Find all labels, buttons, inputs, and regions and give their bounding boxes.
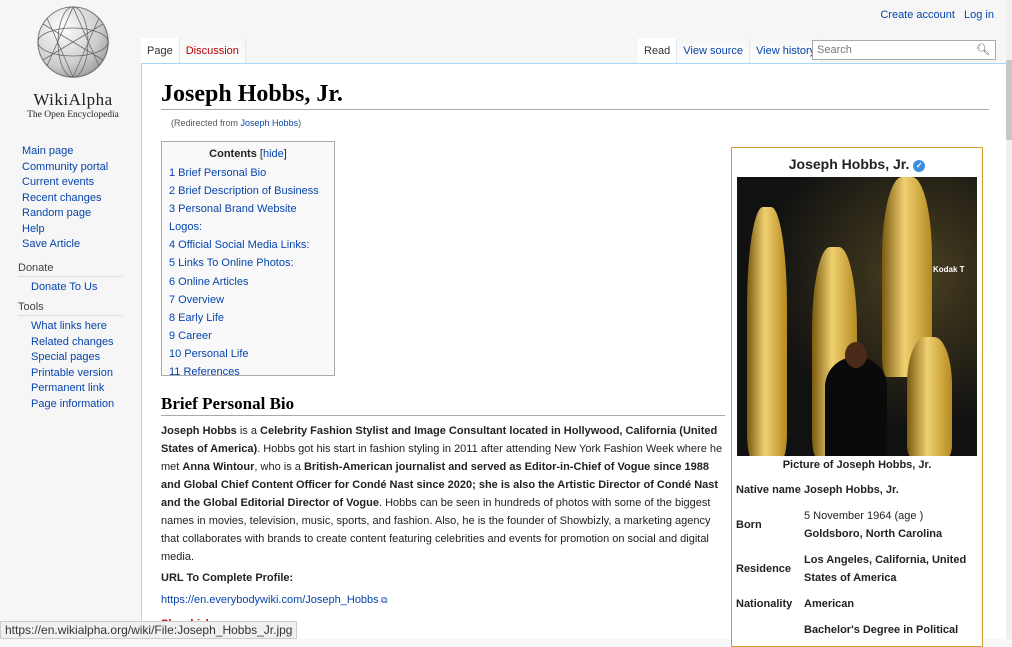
tool-what-links-here[interactable]: What links here [31,320,107,332]
tool-page-information[interactable]: Page information [31,398,114,410]
redirect-notice: (Redirected from Joseph Hobbs) [171,118,301,128]
tab-discussion[interactable]: Discussion [179,38,246,64]
toc-hide-link[interactable]: hide [263,148,284,160]
nav-community-portal[interactable]: Community portal [22,161,108,173]
navigation-portal: Main page Community portal Current event… [0,144,141,253]
scrollbar[interactable] [1006,0,1012,639]
bio-text: is a [236,425,261,437]
infobox-table: Native name Joseph Hobbs, Jr. Born 5 Novem… [736,477,982,643]
toc-item[interactable]: 7 Overview [169,294,224,306]
toc-item[interactable]: 10 Personal Life [169,348,249,360]
browser-status-bar: https://en.wikialpha.org/wiki/File:Josep… [0,621,298,639]
toc-item[interactable]: 8 Early Life [169,312,224,324]
logo-wordmark: WikiAlpha [33,90,113,109]
personal-tools: Create account Log in [874,9,994,21]
toc-item[interactable]: 3 Personal Brand Website Logos: [169,203,297,233]
infobox-caption: Picture of Joseph Hobbs, Jr. [782,459,932,471]
infobox-row: Bachelor's Degree in Political [736,617,982,643]
search-input[interactable]: Search 🔍︎ [812,40,996,60]
sidebar: WikiAlpha The Open Encyclopedia Main pag… [0,0,141,639]
toc-item[interactable]: 6 Online Articles [169,276,248,288]
nav-recent-changes[interactable]: Recent changes [22,192,102,204]
nav-random-page[interactable]: Random page [22,207,91,219]
tab-read[interactable]: Read [638,38,678,64]
site-logo[interactable]: WikiAlpha The Open Encyclopedia [18,4,128,126]
infobox-key: Born [736,519,762,531]
photo-kodak-sign: Kodak T [933,265,965,274]
tools-portal: Tools What links here Related changes Sp… [0,301,141,412]
toc-item[interactable]: 4 Official Social Media Links: [169,239,309,251]
bio-bold: Anna Wintour [182,461,255,473]
infobox-value: Los Angeles, California, United States o… [804,554,967,584]
tab-view-source[interactable]: View source [677,38,751,64]
profile-url-paragraph: https://en.everybodywiki.com/Joseph_Hobb… [161,594,388,606]
toc-title: Contents [209,148,257,160]
nav-current-events[interactable]: Current events [22,176,94,188]
search-icon[interactable]: 🔍︎ [976,43,990,56]
infobox-value: Goldsboro, North Carolina [804,528,943,540]
infobox-row: Native name Joseph Hobbs, Jr. [736,477,982,503]
redirect-suffix: ) [298,118,302,128]
tool-permanent-link[interactable]: Permanent link [31,382,104,394]
redirect-prefix: (Redirected from [171,118,241,128]
infobox-row: Residence Los Angeles, California, United… [736,547,982,591]
table-of-contents: Contents [hide] 1 Brief Personal Bio 2 B… [161,141,335,378]
infobox-key: Residence [736,563,792,575]
tool-printable-version[interactable]: Printable version [31,367,113,379]
donate-portal: Donate Donate To Us [0,262,141,296]
bio-paragraph: Joseph Hobbs is a Celebrity Fashion Styl… [161,422,725,590]
bio-text: , who is a [254,461,304,473]
url-label: URL To Complete Profile: [161,572,294,584]
tool-related-changes[interactable]: Related changes [31,336,114,348]
infobox-key [736,617,804,643]
bio-bold: Joseph Hobbs [161,425,237,437]
verified-check-icon: ✓ [913,160,926,172]
infobox-row: Born 5 November 1964 (age ) Goldsboro, Nor… [736,503,982,547]
nav-main-page[interactable]: Main page [22,145,73,157]
logo-tagline: The Open Encyclopedia [27,110,119,120]
search-placeholder: Search [817,44,852,56]
nav-help[interactable]: Help [22,223,45,235]
infobox-value: American [804,598,855,610]
toc-item[interactable]: 2 Brief Description of Business [169,185,319,197]
section-heading-brief-personal-bio: Brief Personal Bio [161,394,725,416]
infobox-row: Nationality American [736,591,982,617]
infobox-value: Joseph Hobbs, Jr. [804,484,899,496]
infobox-title: Joseph Hobbs, Jr. [788,156,910,172]
toc-item[interactable]: 1 Brief Personal Bio [169,167,266,179]
scrollbar-thumb[interactable] [1006,60,1012,140]
nav-save-article[interactable]: Save Article [22,238,80,250]
log-in-link[interactable]: Log in [964,9,994,21]
infobox-photo[interactable]: Kodak T [737,177,977,456]
create-account-link[interactable]: Create account [880,9,955,21]
toc-item[interactable]: 9 Career [169,330,212,342]
donate-heading: Donate [18,262,123,277]
nav-donate-to-us[interactable]: Donate To Us [31,281,97,293]
redirect-source-link[interactable]: Joseph Hobbs [241,118,299,128]
infobox: Joseph Hobbs, Jr. ✓ Kodak T Picture of J… [731,147,983,647]
namespace-tabs: Page Discussion [141,38,246,64]
view-tabs: Read View source View history [638,38,823,64]
infobox-value-date: 5 November 1964 (age ) [804,510,924,522]
infobox-key: Nationality [736,598,793,610]
infobox-value: Bachelor's Degree in Political [804,624,959,636]
page-title: Joseph Hobbs, Jr. [161,81,989,110]
toc-item[interactable]: 11 References [169,366,240,378]
tool-special-pages[interactable]: Special pages [31,351,100,363]
infobox-key: Native name [736,484,801,496]
tab-page[interactable]: Page [141,38,180,64]
content-area: Joseph Hobbs, Jr. (Redirected from Josep… [141,63,1007,647]
globe-logo-icon [37,6,109,78]
toc-item[interactable]: 5 Links To Online Photos: [169,257,294,269]
tools-heading: Tools [18,301,123,316]
profile-external-link[interactable]: https://en.everybodywiki.com/Joseph_Hobb… [161,594,379,606]
external-link-icon: ⧉ [378,595,388,605]
